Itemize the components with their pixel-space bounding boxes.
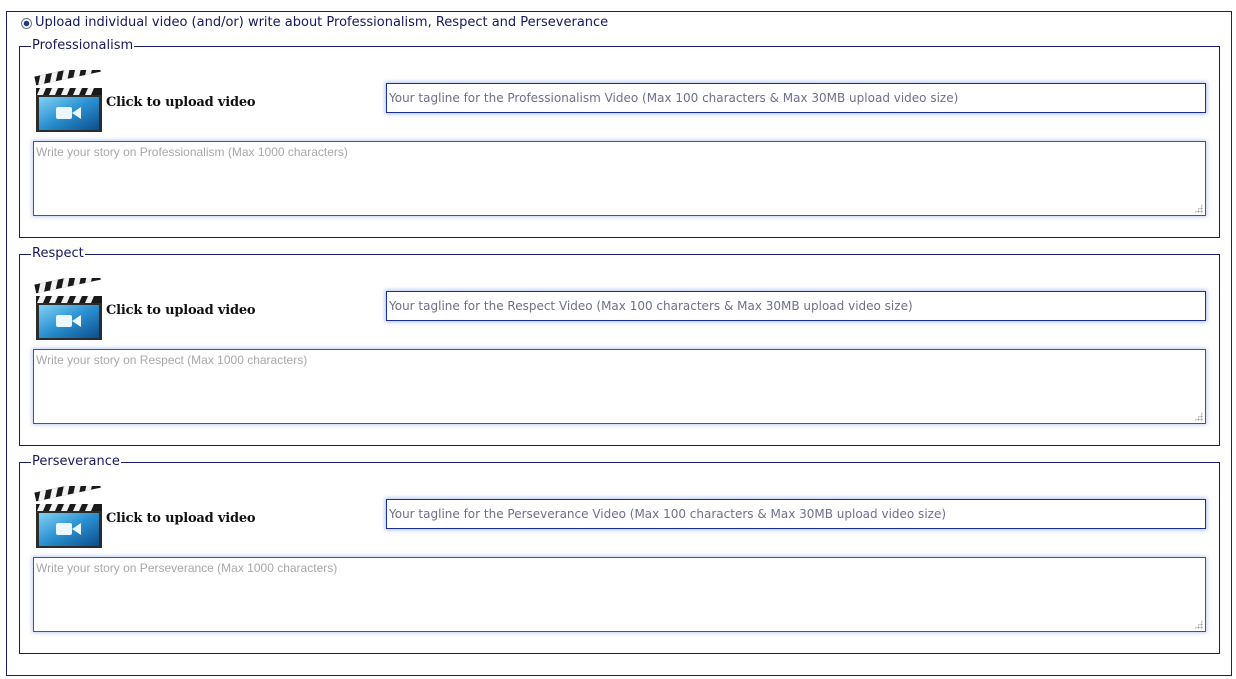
- story-textarea[interactable]: Write your story on Professionalism (Max…: [33, 141, 1206, 216]
- story-placeholder: Write your story on Perseverance (Max 10…: [36, 561, 338, 575]
- resize-grip-icon[interactable]: [1194, 620, 1203, 629]
- resize-grip-icon[interactable]: [1194, 204, 1203, 213]
- story-placeholder: Write your story on Respect (Max 1000 ch…: [36, 353, 308, 367]
- section-respect: Respect Click to upload video Your tagli…: [19, 246, 1220, 446]
- radio-selected-icon[interactable]: [21, 17, 32, 29]
- upload-video-label[interactable]: Click to upload video: [106, 95, 256, 110]
- upload-video-button[interactable]: Click to upload video: [34, 278, 256, 342]
- clapperboard-video-icon[interactable]: [34, 278, 104, 342]
- tagline-input[interactable]: Your tagline for the Perseverance Video …: [386, 499, 1206, 529]
- tagline-input[interactable]: Your tagline for the Professionalism Vid…: [386, 83, 1206, 113]
- upload-video-button[interactable]: Click to upload video: [34, 70, 256, 134]
- upload-video-label[interactable]: Click to upload video: [106, 511, 256, 526]
- clapperboard-video-icon[interactable]: [34, 486, 104, 550]
- section-legend: Professionalism: [31, 38, 135, 54]
- story-textarea[interactable]: Write your story on Perseverance (Max 10…: [33, 557, 1206, 632]
- upload-video-label[interactable]: Click to upload video: [106, 303, 256, 318]
- resize-grip-icon[interactable]: [1194, 412, 1203, 421]
- story-textarea[interactable]: Write your story on Respect (Max 1000 ch…: [33, 349, 1206, 424]
- story-placeholder: Write your story on Professionalism (Max…: [36, 145, 348, 159]
- section-legend: Respect: [31, 246, 85, 262]
- clapperboard-video-icon[interactable]: [34, 70, 104, 134]
- section-professionalism: Professionalism Click to upload video Yo…: [19, 38, 1220, 238]
- tagline-input[interactable]: Your tagline for the Respect Video (Max …: [386, 291, 1206, 321]
- group-legend: Upload individual video (and/or) write a…: [19, 15, 621, 31]
- section-legend: Perseverance: [31, 454, 121, 470]
- group-title: Upload individual video (and/or) write a…: [35, 15, 609, 30]
- section-perseverance: Perseverance Click to upload video Your …: [19, 454, 1220, 654]
- upload-video-button[interactable]: Click to upload video: [34, 486, 256, 550]
